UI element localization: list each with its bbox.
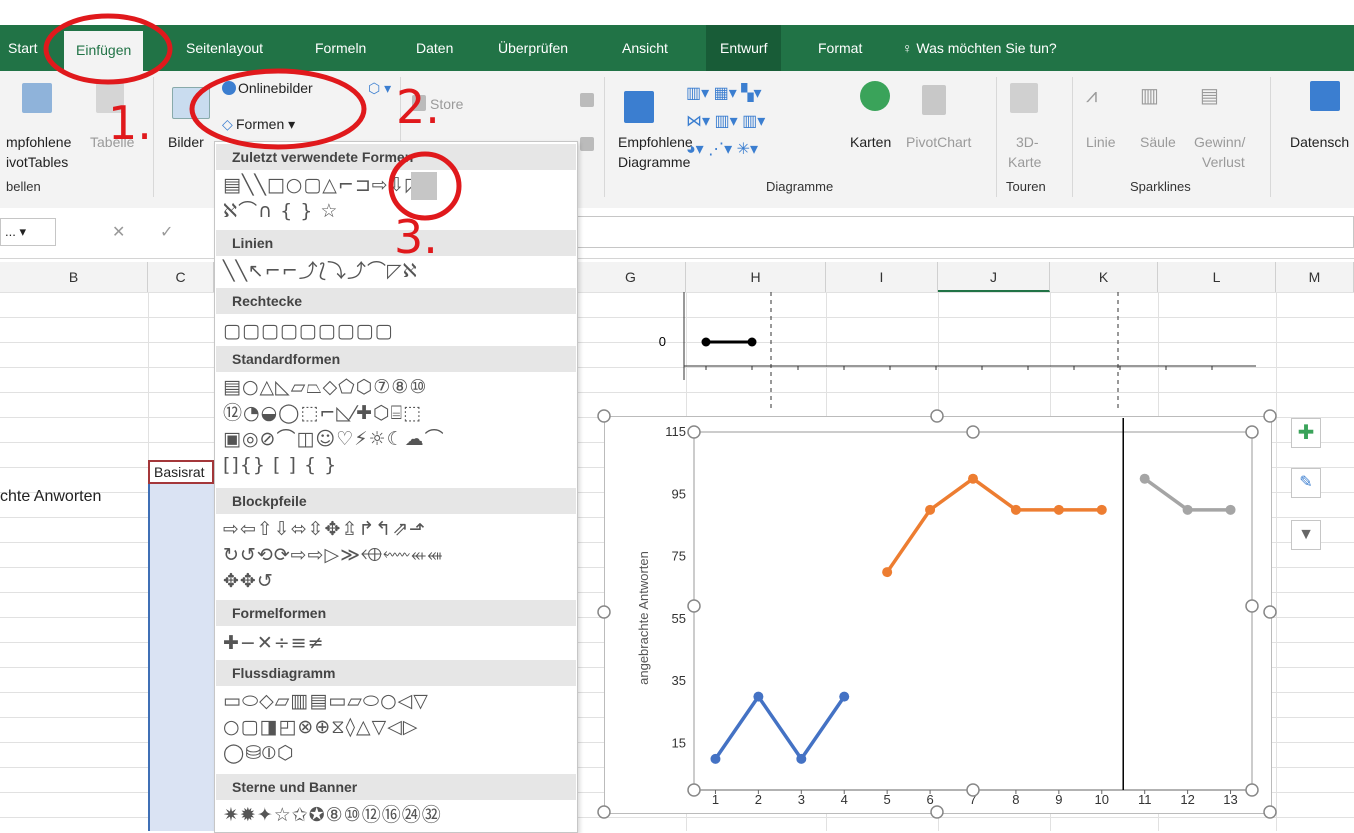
annotation-circle-3 <box>388 151 462 221</box>
annotation-layer <box>43 13 462 221</box>
annotation-circle-2 <box>189 68 367 150</box>
annotation-step-3: 3. <box>394 210 438 264</box>
annotation-step-2: 2. <box>396 80 440 134</box>
annotation-step-1: 1. <box>108 96 152 150</box>
annotation-circle-1 <box>43 13 173 85</box>
